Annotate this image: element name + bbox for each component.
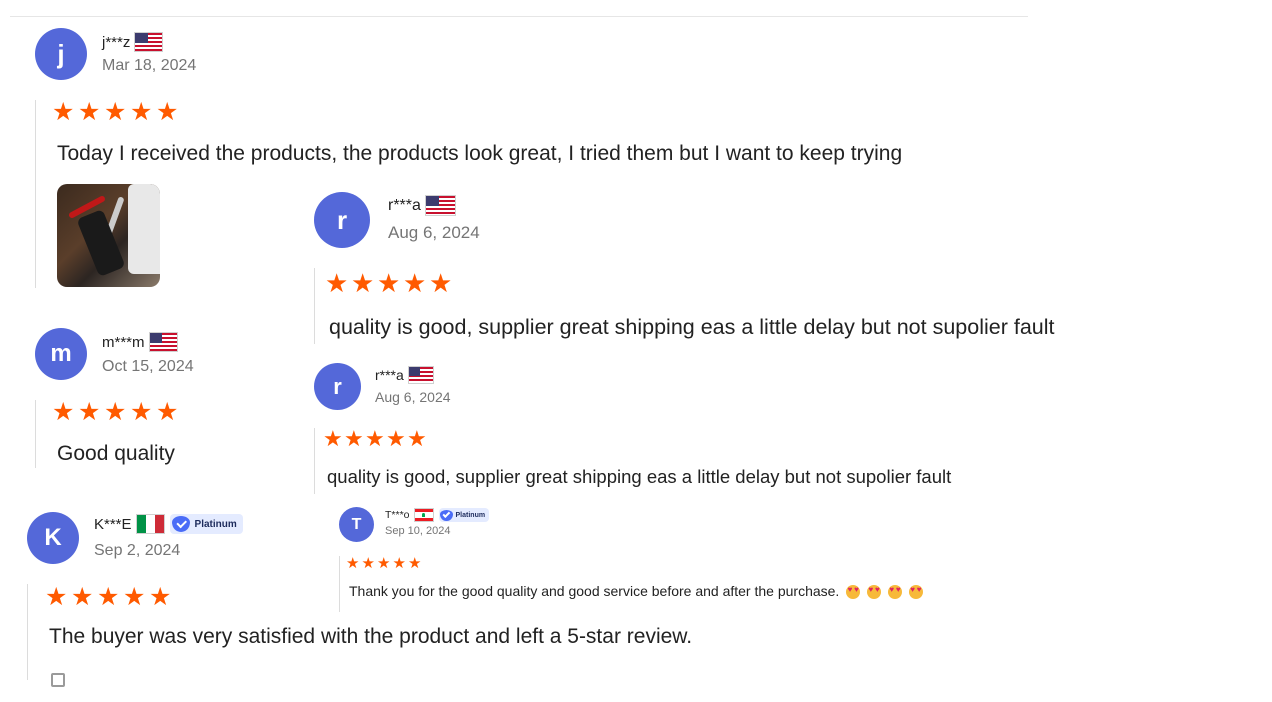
us-flag-icon [148,332,178,352]
star-icon: ★ [123,583,146,611]
us-flag-icon [134,32,164,52]
star-rating: ★ ★ ★ ★ ★ [52,100,182,125]
star-icon: ★ [386,426,406,451]
reviewer-name: r***a [388,195,456,216]
review-date: Mar 18, 2024 [102,57,197,74]
badge-label: Platinum [455,511,486,519]
star-icon: ★ [78,398,101,426]
star-rating: ★ ★ ★ ★ ★ [323,428,428,450]
avatar: m [35,328,87,380]
badge-label: Platinum [194,518,237,530]
star-icon: ★ [97,583,120,611]
review-text: The buyer was very satisfied with the pr… [49,625,693,648]
star-icon: ★ [377,555,391,572]
star-icon: ★ [429,268,453,298]
reviewer-name: K***E Platinum [94,514,243,534]
review-divider [314,428,315,494]
star-icon: ★ [52,398,75,426]
reviewer-name: m***m [102,332,178,352]
star-rating: ★ ★ ★ ★ ★ [325,270,455,296]
review-divider [35,400,36,468]
review-text: Today I received the products, the produ… [57,142,903,165]
review-divider [339,556,340,612]
star-icon: ★ [45,583,68,611]
review-date: Oct 15, 2024 [102,358,194,375]
heart-eyes-emoji-icon [867,585,882,600]
reviewer-name-text: T***o [385,509,410,521]
star-icon: ★ [408,555,422,572]
star-icon: ★ [346,555,360,572]
heart-eyes-emoji-icon [908,585,923,600]
review-text: quality is good, supplier great shipping… [329,315,1055,339]
review-text: quality is good, supplier great shipping… [327,466,952,487]
star-rating: ★ ★ ★ ★ ★ [45,585,175,610]
review-date: Aug 6, 2024 [388,223,480,242]
star-icon: ★ [361,555,375,572]
avatar: r [314,192,370,248]
avatar: T [339,507,374,542]
star-icon: ★ [325,268,349,298]
review-date: Sep 2, 2024 [94,542,181,559]
review-divider [314,268,315,344]
reviewer-name: T***o Platinum [385,508,490,522]
lebanon-flag-icon [413,508,434,522]
platinum-badge: Platinum [438,508,490,522]
review-photo-thumbnail[interactable] [57,184,160,287]
star-icon: ★ [130,98,153,126]
photo-device-shape [76,209,126,277]
star-icon: ★ [71,583,94,611]
review-text-line: Thank you for the good quality and good … [349,583,923,600]
star-rating: ★ ★ ★ ★ ★ [346,556,424,571]
reviewer-name-text: K***E [94,515,132,533]
review-text: Good quality [57,442,175,465]
reviewer-name: r***a [375,366,434,384]
star-icon: ★ [403,268,427,298]
star-icon: ★ [78,98,101,126]
avatar: K [27,512,79,564]
top-divider [10,16,1028,17]
star-icon: ★ [365,426,385,451]
photo-bag-shape [128,184,160,274]
avatar: r [314,363,361,410]
star-icon: ★ [156,398,179,426]
star-icon: ★ [130,398,153,426]
star-icon: ★ [351,268,375,298]
review-date: Aug 6, 2024 [375,389,451,405]
reviewer-name: j***z [102,32,164,52]
italy-flag-icon [135,514,165,534]
star-icon: ★ [156,98,179,126]
platinum-gem-icon [439,509,453,521]
reviewer-name-text: j***z [102,33,131,51]
star-icon: ★ [104,98,127,126]
star-icon: ★ [344,426,364,451]
heart-eyes-emoji-icon [846,585,861,600]
review-date: Sep 10, 2024 [385,525,451,537]
star-icon: ★ [392,555,406,572]
star-icon: ★ [149,583,172,611]
reviewer-name-text: m***m [102,333,145,351]
reviewer-name-text: r***a [375,367,404,383]
star-icon: ★ [104,398,127,426]
reviewer-name-text: r***a [388,196,421,214]
us-flag-icon [424,195,456,216]
review-text: Thank you for the good quality and good … [349,583,840,599]
review-divider [35,100,36,288]
platinum-gem-icon [171,516,190,532]
star-icon: ★ [323,426,343,451]
checkbox[interactable] [51,673,65,687]
heart-eyes-emoji-icon [888,585,902,600]
star-icon: ★ [52,98,75,126]
review-divider [27,584,28,680]
us-flag-icon [407,366,434,384]
star-icon: ★ [377,268,401,298]
star-rating: ★ ★ ★ ★ ★ [52,400,182,425]
star-icon: ★ [407,426,427,451]
platinum-badge: Platinum [169,514,243,534]
avatar: j [35,28,87,80]
